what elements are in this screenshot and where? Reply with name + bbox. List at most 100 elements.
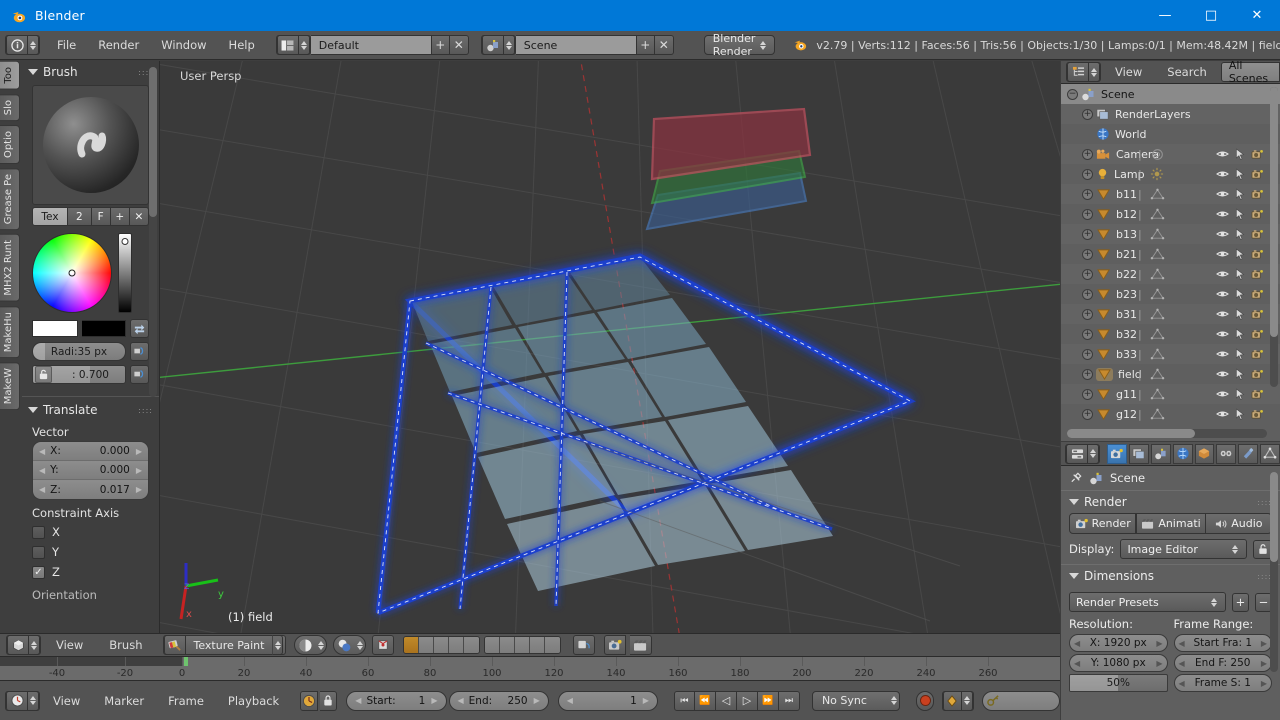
properties-editor-spinner[interactable]: [1088, 443, 1099, 464]
properties-tab-data[interactable]: [1260, 443, 1280, 464]
properties-tab-render[interactable]: [1107, 443, 1127, 464]
expand-toggle-icon[interactable]: +: [1082, 248, 1093, 260]
outliner-row[interactable]: + b11 |: [1061, 184, 1280, 204]
outliner-row[interactable]: + b21 |: [1061, 244, 1280, 264]
outliner-row[interactable]: World: [1061, 124, 1280, 144]
render-still-button[interactable]: Render: [1069, 513, 1137, 534]
sync-mode-selector[interactable]: No Sync: [811, 690, 901, 711]
selectability-toggle-icon[interactable]: [1235, 248, 1245, 260]
timeline-menu-playback[interactable]: Playback: [217, 691, 290, 711]
delete-scene-button[interactable]: ✕: [654, 35, 674, 55]
selectability-toggle-icon[interactable]: [1235, 348, 1245, 360]
outliner-row[interactable]: + b32 |: [1061, 324, 1280, 344]
sidebar-item-tools[interactable]: Too: [0, 61, 20, 90]
right-arrow-fstep[interactable]: ▶: [1261, 679, 1267, 688]
visibility-toggle-icon[interactable]: [1216, 269, 1229, 279]
mesh-data-icon[interactable]: [1150, 228, 1165, 241]
viewport-menu-brush[interactable]: Brush: [98, 635, 153, 655]
viewport-menu-view[interactable]: View: [45, 635, 94, 655]
expand-toggle-icon[interactable]: +: [1082, 388, 1093, 400]
properties-scrollbar[interactable]: [1270, 472, 1278, 672]
layer-cell[interactable]: [449, 637, 465, 653]
renderability-toggle-icon[interactable]: [1251, 209, 1264, 220]
visibility-toggle-icon[interactable]: [1216, 229, 1229, 239]
renderability-toggle-icon[interactable]: [1251, 309, 1264, 320]
outliner-horizontal-scrollbar[interactable]: [1067, 429, 1267, 438]
mesh-data-icon[interactable]: [1150, 348, 1165, 361]
render-presets-dropdown[interactable]: Render Presets: [1069, 592, 1226, 612]
expand-toggle-icon[interactable]: −: [1067, 88, 1078, 100]
outliner-row[interactable]: + g12 |: [1061, 404, 1280, 424]
brush-new-button[interactable]: +: [110, 207, 130, 226]
renderability-toggle-icon[interactable]: [1251, 229, 1264, 240]
sidebar-item-options[interactable]: Optio: [0, 124, 20, 164]
left-arrow-resx[interactable]: ◀: [1074, 639, 1080, 648]
resolution-x-field[interactable]: ◀ X: 1920 px ▶: [1069, 634, 1168, 652]
jump-to-start-button[interactable]: ⏮: [673, 690, 695, 711]
right-arrow-icon-end[interactable]: ▶: [534, 696, 540, 705]
mesh-data-icon[interactable]: [1150, 268, 1165, 281]
visibility-toggle-icon[interactable]: [1216, 209, 1229, 219]
expand-toggle-icon[interactable]: +: [1082, 368, 1093, 380]
properties-tab-constraints[interactable]: [1216, 443, 1237, 464]
expand-toggle-icon[interactable]: +: [1082, 288, 1093, 300]
display-mode-dropdown[interactable]: Image Editor: [1120, 539, 1247, 559]
constraint-axis-z-row[interactable]: ✓ Z: [22, 562, 159, 582]
jump-next-keyframe-button[interactable]: ⏩: [757, 690, 779, 711]
menu-file[interactable]: File: [46, 35, 87, 55]
selectability-toggle-icon[interactable]: [1235, 208, 1245, 220]
viewport-editor-type-selector[interactable]: [6, 635, 41, 655]
animate-strength-icon[interactable]: [130, 365, 149, 384]
properties-editor-type-selector[interactable]: [1065, 443, 1100, 464]
right-arrow-icon-2[interactable]: ▶: [136, 466, 142, 475]
mesh-data-icon[interactable]: [1150, 388, 1165, 401]
left-arrow-icon-start[interactable]: ◀: [355, 696, 361, 705]
mesh-data-icon[interactable]: [1150, 368, 1165, 381]
frame-end-field[interactable]: ◀ End: 250 ▶: [448, 690, 549, 711]
constraint-axis-y-row[interactable]: Y: [22, 542, 159, 562]
close-button[interactable]: ✕: [1234, 0, 1280, 31]
selectability-toggle-icon[interactable]: [1235, 168, 1245, 180]
layer-cell[interactable]: [464, 637, 480, 653]
keying-set-field[interactable]: [981, 690, 1060, 711]
expand-toggle-icon[interactable]: +: [1082, 308, 1093, 320]
layer-cell[interactable]: [485, 637, 501, 653]
layer-cell[interactable]: [500, 637, 516, 653]
visibility-toggle-icon[interactable]: [1216, 329, 1229, 339]
outliner-row[interactable]: − Scene: [1061, 84, 1280, 104]
sidebar-item-mhx2-runtime[interactable]: MHX2 Runt: [0, 234, 20, 302]
selectability-toggle-icon[interactable]: [1235, 308, 1245, 320]
renderability-toggle-icon[interactable]: [1251, 409, 1264, 420]
viewport-shading-selector[interactable]: [294, 635, 328, 655]
menu-window[interactable]: Window: [150, 35, 217, 55]
display-mode-spinner[interactable]: [1229, 539, 1240, 559]
maximize-button[interactable]: □: [1188, 0, 1234, 31]
mesh-data-icon[interactable]: [1150, 248, 1165, 261]
visibility-toggle-icon[interactable]: [1216, 149, 1229, 159]
mesh-data-icon[interactable]: [1150, 308, 1165, 321]
selectability-toggle-icon[interactable]: [1235, 388, 1245, 400]
lamp-data-icon[interactable]: [1150, 167, 1164, 181]
pivot-point-spinner[interactable]: [354, 635, 365, 655]
sidebar-item-grease-pencil[interactable]: Grease Pe: [0, 167, 20, 231]
frame-step-field[interactable]: ◀ Frame S: 1 ▶: [1173, 674, 1272, 692]
timeline-editor-type-selector[interactable]: [5, 690, 40, 711]
keyframe-type-spinner[interactable]: [961, 690, 973, 711]
layer-cell[interactable]: [404, 637, 420, 653]
brush-unlink-button[interactable]: ✕: [129, 207, 150, 226]
outliner-menu-search[interactable]: Search: [1156, 62, 1218, 82]
renderability-toggle-icon[interactable]: [1251, 169, 1264, 180]
selectability-toggle-icon[interactable]: [1235, 188, 1245, 200]
color-wheel-icon[interactable]: [32, 233, 112, 313]
render-animation-icon[interactable]: [630, 635, 653, 655]
render-engine-selector[interactable]: Blender Render: [703, 32, 776, 58]
renderability-toggle-icon[interactable]: [1251, 249, 1264, 260]
layer-cell[interactable]: [434, 637, 450, 653]
3d-viewport[interactable]: User Persp (1) field z y x: [160, 61, 1060, 633]
menu-render[interactable]: Render: [87, 35, 150, 55]
right-arrow-resy[interactable]: ▶: [1156, 659, 1162, 668]
right-arrow-icon-3[interactable]: ▶: [136, 485, 142, 494]
mesh-data-icon[interactable]: [1150, 328, 1165, 341]
outliner-display-mode[interactable]: All Scenes: [1220, 61, 1280, 85]
interaction-mode-selector[interactable]: Texture Paint: [163, 635, 287, 655]
